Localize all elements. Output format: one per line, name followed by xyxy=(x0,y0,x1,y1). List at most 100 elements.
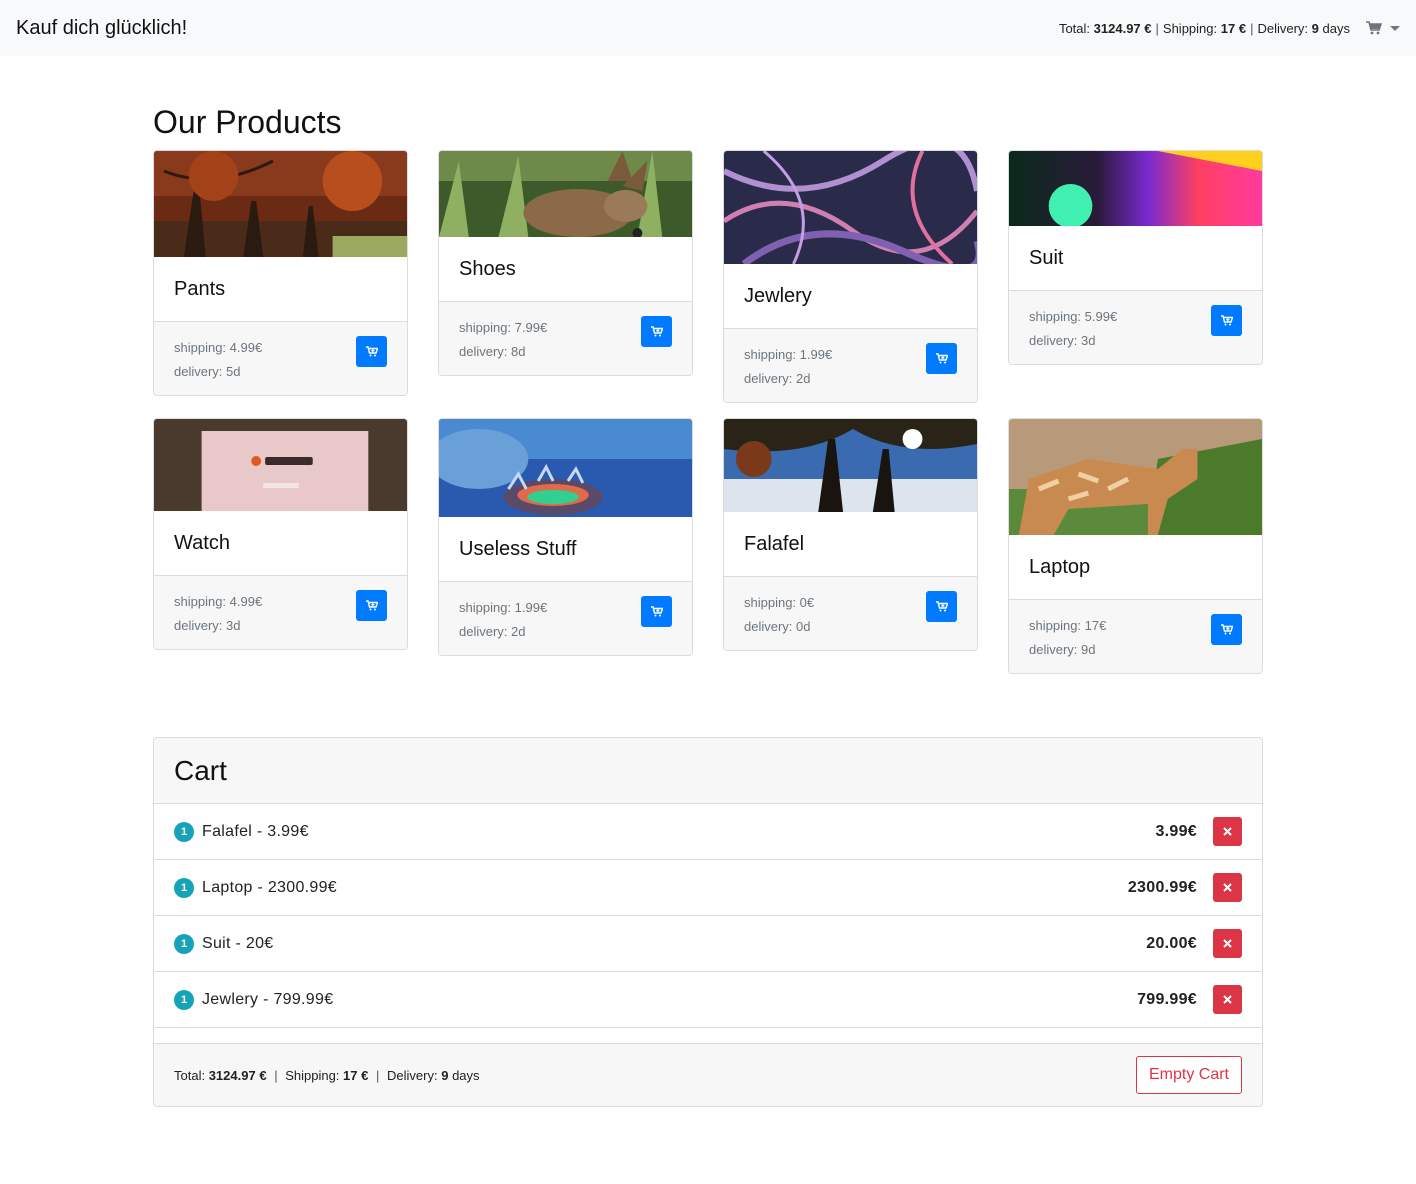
product-image xyxy=(1009,419,1262,535)
cart-item-price: 20.00€ xyxy=(1146,934,1197,952)
cart-item-price: 799.99€ xyxy=(1137,990,1197,1008)
product-name: Suit xyxy=(1009,226,1262,291)
shopping-cart-icon xyxy=(1366,21,1382,35)
product-image xyxy=(154,151,407,257)
total-label: Total: xyxy=(1058,20,1091,36)
cart-item-price: 2300.99€ xyxy=(1127,878,1197,896)
product-image xyxy=(154,419,407,511)
total-label: Total: xyxy=(174,1067,206,1083)
product-name: Useless Stuff xyxy=(439,517,692,582)
add-to-cart-button[interactable] xyxy=(641,596,672,627)
product-name: Watch xyxy=(154,511,407,576)
navbar: Kauf dich glücklich! Total: 3124.97 € | … xyxy=(0,0,1416,56)
cart-plus-icon xyxy=(1220,315,1233,326)
cart-plus-icon xyxy=(935,353,948,364)
cart-plus-icon xyxy=(650,326,663,337)
product-image xyxy=(724,151,977,264)
product-image xyxy=(439,151,692,237)
cart-item-label: Falafel - 3.99€ xyxy=(202,822,309,840)
cart-dropdown-toggle[interactable] xyxy=(1366,21,1400,35)
cart-footer: Total: 3124.97 € | Shipping: 17 € | Deli… xyxy=(154,1043,1262,1106)
product-card-pants: Pants shipping: 4.99€ delivery: 5d xyxy=(153,150,408,396)
product-name: Falafel xyxy=(724,512,977,577)
product-image xyxy=(1009,151,1262,226)
remove-item-button[interactable] xyxy=(1213,873,1242,902)
cart-item-price: 3.99€ xyxy=(1155,822,1197,840)
product-footer: shipping: 5.99€ delivery: 3d xyxy=(1009,291,1262,364)
add-to-cart-button[interactable] xyxy=(1211,305,1242,336)
cart-item: 1 Laptop - 2300.99€ 2300.99€ xyxy=(154,860,1262,916)
product-name: Laptop xyxy=(1009,535,1262,600)
product-card-watch: Watch shipping: 4.99€ delivery: 3d xyxy=(153,418,408,650)
navbar-summary: Total: 3124.97 € | Shipping: 17 € | Deli… xyxy=(1059,21,1400,36)
product-card-falafel: Falafel shipping: 0€ delivery: 0d xyxy=(723,418,978,651)
product-footer: shipping: 1.99€ delivery: 2d xyxy=(439,582,692,655)
add-to-cart-button[interactable] xyxy=(926,591,957,622)
total-unit: € xyxy=(1144,20,1152,36)
delivery-unit: days xyxy=(452,1067,480,1083)
product-image xyxy=(439,419,692,517)
total-value: 3124.97 xyxy=(208,1067,256,1083)
cart-summary: Total: 3124.97 € | Shipping: 17 € | Deli… xyxy=(174,1067,480,1083)
times-icon xyxy=(1223,939,1232,948)
quantity-badge: 1 xyxy=(174,933,194,954)
product-card-useless-stuff: Useless Stuff shipping: 1.99€ delivery: … xyxy=(438,418,693,656)
product-card-shoes: Shoes shipping: 7.99€ delivery: 8d xyxy=(438,150,693,376)
remove-item-button[interactable] xyxy=(1213,817,1242,846)
cart-plus-icon xyxy=(365,600,378,611)
times-icon xyxy=(1223,827,1232,836)
product-footer: shipping: 7.99€ delivery: 8d xyxy=(439,302,692,375)
brand-title[interactable]: Kauf dich glücklich! xyxy=(16,17,187,40)
product-footer: shipping: 17€ delivery: 9d xyxy=(1009,600,1262,673)
shipping-label: Shipping: xyxy=(285,1067,340,1083)
remove-item-button[interactable] xyxy=(1213,929,1242,958)
delivery-value: 9 xyxy=(441,1067,449,1083)
quantity-badge: 1 xyxy=(174,821,194,842)
product-name: Jewlery xyxy=(724,264,977,329)
cart-plus-icon xyxy=(935,601,948,612)
cart-item-label: Jewlery - 799.99€ xyxy=(202,990,334,1008)
delivery-label: Delivery: xyxy=(1257,20,1309,36)
product-footer: shipping: 4.99€ delivery: 5d xyxy=(154,322,407,395)
quantity-badge: 1 xyxy=(174,877,194,898)
cart-plus-icon xyxy=(650,606,663,617)
products-heading: Our Products xyxy=(153,104,342,140)
cart-item: 1 Suit - 20€ 20.00€ xyxy=(154,916,1262,972)
product-footer: shipping: 0€ delivery: 0d xyxy=(724,577,977,650)
product-name: Pants xyxy=(154,257,407,322)
product-image xyxy=(724,419,977,512)
cart-panel: Cart 1 Falafel - 3.99€ 3.99€ 1 Laptop - … xyxy=(153,737,1263,1107)
empty-cart-button[interactable]: Empty Cart xyxy=(1135,1056,1242,1094)
quantity-badge: 1 xyxy=(174,989,194,1010)
product-card-laptop: Laptop shipping: 17€ delivery: 9d xyxy=(1008,418,1263,674)
shipping-unit: € xyxy=(1238,20,1247,36)
shipping-unit: € xyxy=(361,1067,369,1083)
times-icon xyxy=(1223,995,1232,1004)
cart-item: 1 Falafel - 3.99€ 3.99€ xyxy=(154,804,1262,860)
cart-title: Cart xyxy=(154,738,1262,804)
shipping-label: Shipping: xyxy=(1162,20,1218,36)
add-to-cart-button[interactable] xyxy=(926,343,957,374)
remove-item-button[interactable] xyxy=(1213,985,1242,1014)
add-to-cart-button[interactable] xyxy=(641,316,672,347)
delivery-unit: days xyxy=(1322,20,1350,36)
product-card-suit: Suit shipping: 5.99€ delivery: 3d xyxy=(1008,150,1263,365)
times-icon xyxy=(1223,883,1232,892)
product-name: Shoes xyxy=(439,237,692,302)
cart-item-label: Laptop - 2300.99€ xyxy=(202,878,337,896)
add-to-cart-button[interactable] xyxy=(1211,614,1242,645)
cart-plus-icon xyxy=(1220,624,1233,635)
total-unit: € xyxy=(259,1067,267,1083)
total-value: 3124.97 xyxy=(1093,20,1141,36)
cart-item-label: Suit - 20€ xyxy=(202,934,274,952)
cart-item: 1 Jewlery - 799.99€ 799.99€ xyxy=(154,972,1262,1028)
shipping-value: 17 xyxy=(1220,20,1236,36)
cart-plus-icon xyxy=(365,346,378,357)
shipping-value: 17 xyxy=(343,1067,358,1083)
product-footer: shipping: 4.99€ delivery: 3d xyxy=(154,576,407,649)
delivery-value: 9 xyxy=(1311,20,1319,36)
add-to-cart-button[interactable] xyxy=(356,336,387,367)
add-to-cart-button[interactable] xyxy=(356,590,387,621)
product-card-jewlery: Jewlery shipping: 1.99€ delivery: 2d xyxy=(723,150,978,403)
product-footer: shipping: 1.99€ delivery: 2d xyxy=(724,329,977,402)
